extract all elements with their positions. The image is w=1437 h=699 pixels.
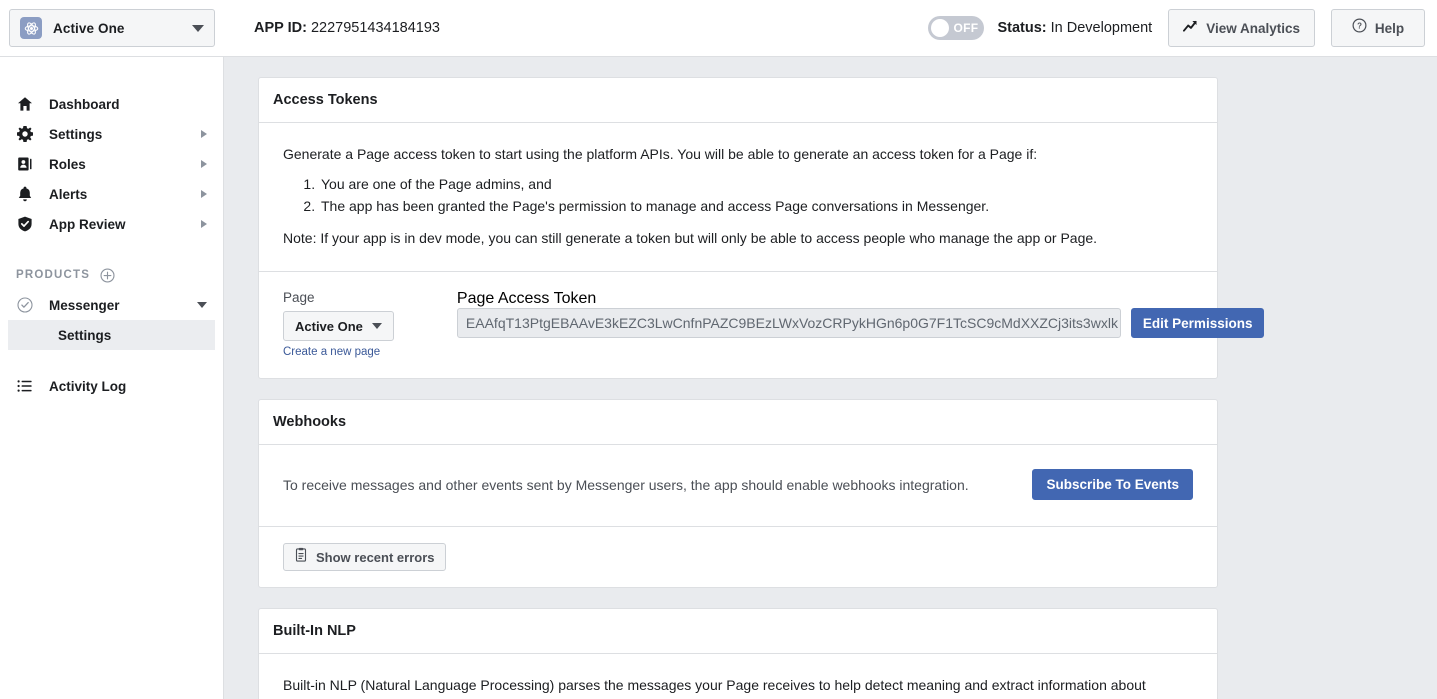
edit-permissions-button[interactable]: Edit Permissions [1130, 308, 1265, 338]
create-new-page-link[interactable]: Create a new page [283, 346, 394, 358]
page-select-value: Active One [295, 318, 363, 334]
access-tokens-body: Generate a Page access token to start us… [259, 123, 1217, 271]
card-title: Access Tokens [273, 92, 378, 108]
help-button[interactable]: ? Help [1331, 9, 1425, 47]
chevron-down-icon [371, 323, 382, 329]
chevron-down-icon [192, 24, 204, 32]
chevron-right-icon [201, 220, 207, 228]
view-analytics-button[interactable]: View Analytics [1168, 9, 1315, 47]
page-select-dropdown[interactable]: Active One [283, 311, 394, 341]
question-circle-icon: ? [1352, 18, 1367, 38]
help-label: Help [1374, 20, 1405, 36]
app-id-label: APP ID: [254, 20, 307, 36]
chevron-down-icon [197, 302, 207, 308]
toggle-knob [931, 19, 950, 37]
home-icon [16, 95, 34, 113]
sidebar-item-roles[interactable]: Roles [8, 149, 215, 179]
token-input-row: EAAfqT13PtgEBAAvE3kEZC3LwCnfnPAZC9BEzLWx… [456, 308, 1265, 338]
access-tokens-rules: You are one of the Page admins, and The … [283, 173, 1193, 217]
page-field-label: Page [283, 290, 315, 305]
gear-icon [16, 125, 34, 143]
sidebar-item-label: Activity Log [49, 378, 127, 394]
sidebar-subitem-label: Settings [58, 327, 112, 343]
app-live-toggle[interactable]: OFF [928, 16, 985, 40]
status-label: Status: [997, 20, 1047, 36]
webhooks-description: To receive messages and other events sen… [283, 476, 969, 493]
token-field-label: Page Access Token [456, 290, 597, 307]
shield-check-icon [16, 215, 34, 233]
main-content: Access Tokens Generate a Page access tok… [224, 57, 1437, 699]
card-gap-2 [224, 588, 1437, 608]
products-section-header: PRODUCTS [8, 260, 215, 290]
toggle-state-label: OFF [953, 21, 979, 35]
webhooks-card: Webhooks To receive messages and other e… [258, 399, 1218, 588]
sidebar-item-settings[interactable]: Settings [8, 119, 215, 149]
show-recent-errors-label: Show recent errors [316, 549, 435, 565]
check-circle-icon [16, 296, 34, 314]
sidebar-item-label: App Review [49, 216, 126, 232]
status-value: In Development [1050, 20, 1153, 36]
status-badge: Status: In Development [997, 20, 1152, 36]
access-tokens-note: Note: If your app is in dev mode, you ca… [283, 230, 1098, 246]
token-input[interactable]: EAAfqT13PtgEBAAvE3kEZC3LwCnfnPAZC9BEzLWx… [456, 308, 1121, 338]
token-field: Page Access Token EAAfqT13PtgEBAAvE3kEZC… [456, 290, 1265, 338]
webhooks-body: To receive messages and other events sen… [259, 445, 1217, 526]
app-id: APP ID: 2227951434184193 [254, 20, 440, 36]
sidebar-item-label: Messenger [49, 297, 120, 313]
card-title: Webhooks [273, 414, 347, 430]
sidebar-item-label: Settings [49, 126, 103, 142]
access-tokens-header: Access Tokens [259, 78, 1217, 123]
page-field: Page Active One Create a new page [283, 290, 394, 358]
chevron-right-icon [201, 130, 207, 138]
app-switcher-label: Active One [53, 20, 125, 36]
list-item: The app has been granted the Page's perm… [319, 195, 1193, 217]
sidebar-divider-gap-2 [0, 350, 223, 371]
sidebar-subitem-messenger-settings[interactable]: Settings [8, 320, 215, 350]
trend-up-icon [1183, 19, 1198, 38]
access-tokens-card: Access Tokens Generate a Page access tok… [258, 77, 1265, 379]
sidebar-item-label: Dashboard [49, 96, 120, 112]
svg-text:?: ? [1357, 22, 1362, 31]
sidebar-item-label: Roles [49, 156, 86, 172]
access-tokens-intro: Generate a Page access token to start us… [283, 146, 1038, 162]
sidebar-item-label: Alerts [49, 186, 88, 202]
subscribe-to-events-button[interactable]: Subscribe To Events [1032, 469, 1193, 500]
webhooks-header: Webhooks [259, 400, 1217, 445]
sidebar: Dashboard Settings Roles Alerts App Revi… [0, 57, 224, 699]
sidebar-item-dashboard[interactable]: Dashboard [8, 89, 215, 119]
show-recent-errors-button[interactable]: Show recent errors [283, 543, 446, 571]
list-icon [16, 377, 34, 395]
built-in-nlp-header: Built-In NLP [259, 609, 1217, 654]
card-gap-1 [224, 379, 1437, 399]
built-in-nlp-card: Built-In NLP Built-in NLP (Natural Langu… [258, 608, 1218, 699]
sidebar-divider-gap [0, 239, 223, 260]
top-bar-actions: OFF Status: In Development View Analytic… [928, 9, 1437, 47]
bell-icon [16, 185, 34, 203]
sidebar-item-activity-log[interactable]: Activity Log [8, 371, 215, 401]
content-top-spacer [224, 57, 1437, 77]
list-item: You are one of the Page admins, and [319, 173, 1193, 195]
sidebar-item-messenger[interactable]: Messenger [8, 290, 215, 320]
built-in-nlp-description: Built-in NLP (Natural Language Processin… [283, 677, 1146, 693]
plus-circle-icon[interactable] [100, 267, 115, 283]
sidebar-item-alerts[interactable]: Alerts [8, 179, 215, 209]
app-id-value: 2227951434184193 [310, 20, 440, 36]
webhooks-footer: Show recent errors [259, 526, 1217, 587]
chevron-right-icon [201, 190, 207, 198]
view-analytics-label: View Analytics [1206, 20, 1300, 36]
top-bar: Active One APP ID: 2227951434184193 OFF … [0, 0, 1437, 57]
app-switcher-button[interactable]: Active One [9, 9, 215, 47]
built-in-nlp-body: Built-in NLP (Natural Language Processin… [259, 654, 1217, 699]
clipboard-icon [294, 547, 308, 567]
token-row: Page Active One Create a new page Page A… [259, 272, 1265, 378]
atom-app-icon [20, 17, 42, 39]
sidebar-item-app-review[interactable]: App Review [8, 209, 215, 239]
card-title: Built-In NLP [273, 623, 356, 639]
products-label: PRODUCTS [16, 269, 91, 281]
roles-card-icon [16, 155, 34, 173]
chevron-right-icon [201, 160, 207, 168]
